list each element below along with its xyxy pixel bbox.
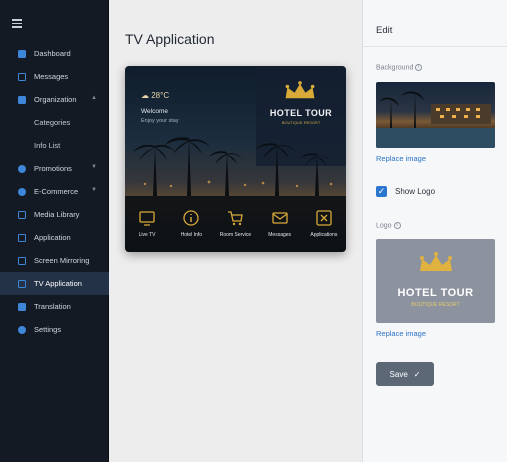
- check-icon: ✓: [413, 369, 421, 379]
- show-logo-label: Show Logo: [395, 187, 436, 196]
- info-icon[interactable]: i: [415, 64, 423, 71]
- app-room-service[interactable]: Room Service: [216, 209, 254, 238]
- app-label: Room Service: [219, 232, 252, 238]
- sidebar-item-organization[interactable]: Organization ▲: [0, 88, 109, 111]
- logo-hotel-name: HOTEL TOUR: [397, 287, 474, 299]
- app-label: Live TV: [138, 232, 156, 238]
- info-icon: [183, 210, 199, 226]
- logo-hotel-subtitle: BOUTIQUE RESORT: [411, 302, 460, 308]
- preview-app-bar: Live TV Hotel Info Room Service Messages…: [125, 209, 346, 238]
- chevron-down-icon: ▼: [91, 187, 97, 193]
- menu-icon[interactable]: [12, 19, 22, 30]
- temperature: 28°C: [151, 91, 170, 100]
- crown-logo-icon: [420, 252, 452, 271]
- sidebar-item-label: Categories: [34, 118, 71, 127]
- sidebar-item-ecommerce[interactable]: E-Commerce ▼: [0, 180, 109, 203]
- app-applications[interactable]: Applications: [305, 209, 343, 238]
- settings-icon: [18, 325, 26, 334]
- sidebar-item-dashboard[interactable]: Dashboard: [0, 42, 109, 65]
- sidebar-item-label: Promotions: [34, 164, 72, 173]
- live-tv-icon: [139, 211, 155, 226]
- tv-icon: [18, 279, 26, 288]
- app-label: Applications: [310, 232, 338, 238]
- sidebar-item-label: Translation: [34, 302, 71, 311]
- applications-icon: [316, 210, 332, 226]
- edit-panel-title: Edit: [376, 25, 393, 36]
- promotions-icon: [18, 164, 26, 173]
- sidebar-item-categories[interactable]: Categories: [0, 111, 109, 134]
- logo-label-text: Logo: [376, 222, 392, 230]
- sidebar-item-tv-application[interactable]: TV Application: [0, 272, 109, 295]
- chevron-down-icon: ▼: [91, 164, 97, 170]
- ecommerce-icon: [18, 187, 26, 196]
- main-content: TV Application ☁ 28°C Welcome Enjoy your…: [109, 0, 362, 462]
- preview-hotel-subtitle: BOUTIQUE RESORT: [281, 120, 321, 125]
- sidebar-item-media-library[interactable]: Media Library: [0, 203, 109, 226]
- tv-preview: ☁ 28°C Welcome Enjoy your stay HOTEL TOU…: [125, 66, 346, 252]
- organization-icon: [18, 95, 26, 104]
- edit-panel: Edit Background i Replace image ✓ Show Lo…: [362, 0, 507, 462]
- application-icon: [18, 233, 26, 242]
- weather-readout: ☁ 28°C: [141, 91, 169, 100]
- media-library-icon: [18, 210, 26, 219]
- translation-icon: [18, 302, 26, 311]
- sidebar-item-label: E-Commerce: [34, 187, 79, 196]
- show-logo-checkbox[interactable]: ✓: [376, 186, 387, 197]
- screen-mirroring-icon: [18, 256, 26, 265]
- weather-icon: ☁: [141, 91, 149, 100]
- resort-pool-image: [376, 91, 495, 148]
- replace-logo-link[interactable]: Replace image: [376, 329, 426, 338]
- welcome-subtitle: Enjoy your stay: [141, 118, 179, 124]
- sidebar-item-label: Settings: [34, 325, 62, 334]
- sidebar-item-promotions[interactable]: Promotions ▼: [0, 157, 109, 180]
- info-icon[interactable]: i: [393, 222, 401, 229]
- cart-icon: [228, 211, 244, 226]
- logo-label: Logo i: [376, 222, 401, 229]
- sidebar-item-label: Messages: [34, 72, 69, 81]
- sidebar-item-label: Screen Mirroring: [34, 256, 90, 265]
- messages-icon: [18, 72, 26, 81]
- replace-background-link[interactable]: Replace image: [376, 154, 426, 163]
- page-title: TV Application: [125, 31, 215, 47]
- chevron-up-icon: ▲: [91, 95, 97, 101]
- sidebar-item-label: Organization: [34, 95, 77, 104]
- sidebar-nav: Dashboard Messages Organization ▲ Catego…: [0, 42, 109, 341]
- save-button[interactable]: Save ✓: [376, 362, 434, 386]
- divider: [363, 46, 507, 47]
- app-live-tv[interactable]: Live TV: [128, 209, 166, 238]
- app-messages[interactable]: Messages: [261, 209, 299, 238]
- crown-logo-icon: [285, 81, 315, 99]
- app-hotel-info[interactable]: Hotel Info: [172, 209, 210, 238]
- background-label: Background i: [376, 64, 423, 72]
- dashboard-icon: [18, 49, 26, 58]
- app-label: Hotel Info: [180, 232, 202, 238]
- sidebar-item-settings[interactable]: Settings: [0, 318, 109, 341]
- sidebar-item-info-list[interactable]: Info List: [0, 134, 109, 157]
- save-button-label: Save: [389, 369, 408, 379]
- mail-icon: [272, 212, 288, 224]
- sidebar-item-screen-mirroring[interactable]: Screen Mirroring: [0, 249, 109, 272]
- background-label-text: Background: [376, 64, 414, 72]
- preview-hotel-name: HOTEL TOUR: [269, 108, 333, 118]
- sidebar-item-label: Application: [34, 233, 71, 242]
- sidebar: Dashboard Messages Organization ▲ Catego…: [0, 0, 109, 462]
- sidebar-item-application[interactable]: Application: [0, 226, 109, 249]
- sidebar-item-label: Dashboard: [34, 49, 71, 58]
- logo-preview: HOTEL TOUR BOUTIQUE RESORT: [376, 239, 495, 323]
- welcome-title: Welcome: [141, 108, 168, 115]
- app-label: Messages: [268, 232, 292, 238]
- sidebar-item-messages[interactable]: Messages: [0, 65, 109, 88]
- sidebar-item-label: Media Library: [34, 210, 80, 219]
- background-image-thumbnail: [376, 82, 495, 148]
- sidebar-item-translation[interactable]: Translation: [0, 295, 109, 318]
- sidebar-item-label: Info List: [34, 141, 61, 150]
- sidebar-item-label: TV Application: [34, 279, 82, 288]
